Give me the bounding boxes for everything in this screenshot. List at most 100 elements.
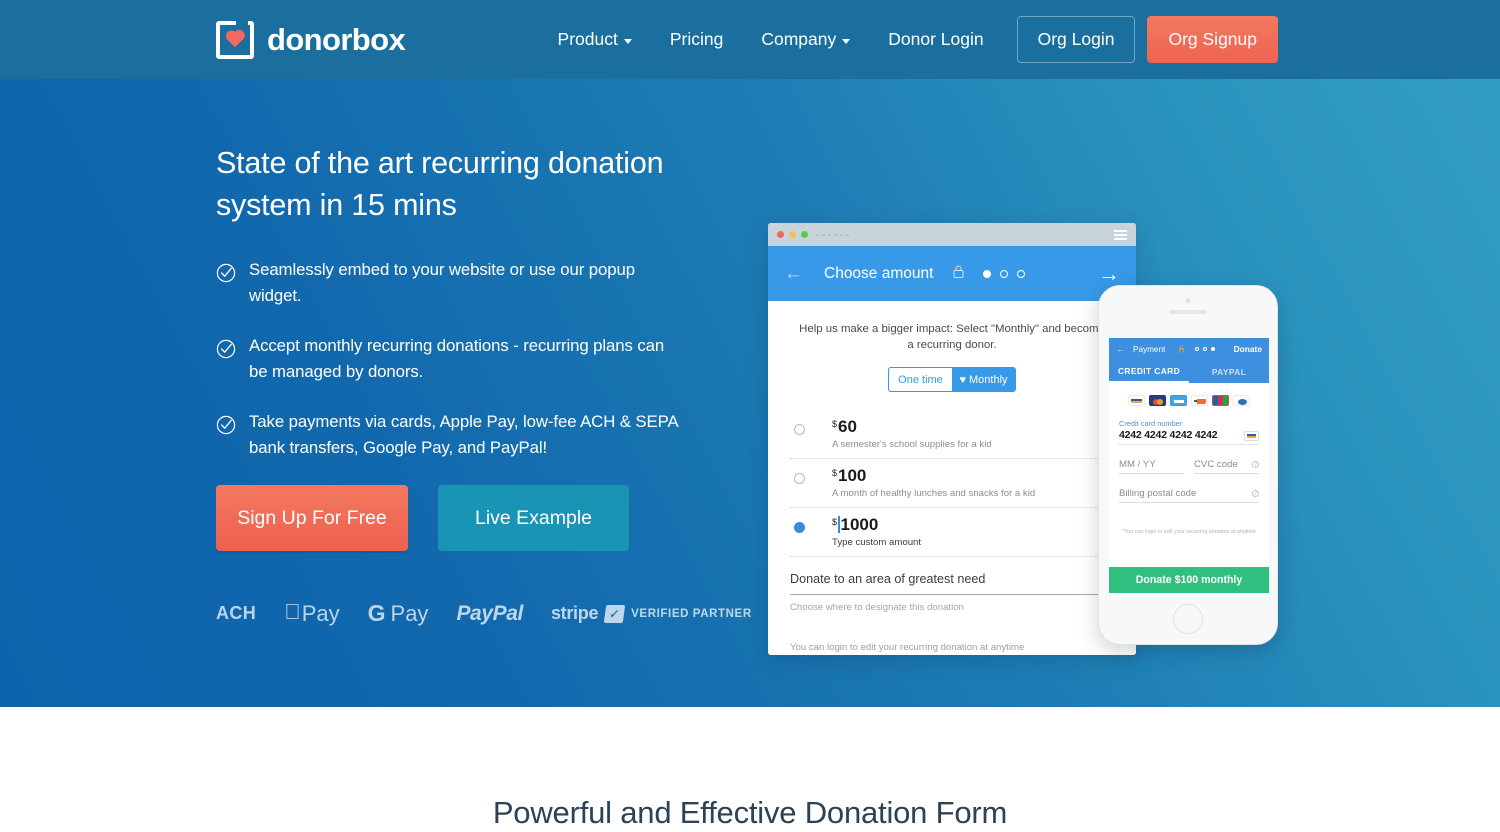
designation-help-text: Choose where to designate this donation bbox=[790, 602, 964, 613]
window-controls bbox=[777, 231, 808, 238]
nav-item-company-label: Company bbox=[761, 29, 837, 49]
login-edit-note: You can login to edit your recurring don… bbox=[790, 642, 1025, 653]
impact-message: Help us make a bigger impact: Select "Mo… bbox=[799, 323, 1105, 351]
radio-button-icon[interactable] bbox=[794, 424, 805, 435]
help-icon[interactable]: ? bbox=[1252, 490, 1259, 497]
step-dot bbox=[1000, 269, 1009, 278]
radio-button-icon[interactable] bbox=[794, 473, 805, 484]
amount-number: 60 bbox=[838, 417, 857, 436]
expiry-field[interactable]: MM / YY bbox=[1119, 459, 1184, 474]
nav-item-pricing[interactable]: Pricing bbox=[651, 29, 743, 50]
amount-option-row[interactable]: $ 100 A month of healthy lunches and sna… bbox=[790, 459, 1114, 508]
frequency-one-time-option[interactable]: One time bbox=[889, 368, 952, 391]
phone-screen: ← Payment 🔒 Donate CREDIT CARD PAYPAL Cr… bbox=[1109, 338, 1269, 593]
donation-form-body: Help us make a bigger impact: Select "Mo… bbox=[768, 301, 1136, 655]
visa-card-icon bbox=[1128, 395, 1145, 406]
chevron-down-icon bbox=[842, 39, 851, 44]
back-arrow-icon[interactable]: ← bbox=[1116, 344, 1125, 354]
designation-dropdown[interactable]: Donate to an area of greatest need ⌄ bbox=[790, 571, 1114, 595]
feature-item-text: Accept monthly recurring donations - rec… bbox=[249, 336, 665, 381]
frequency-monthly-option[interactable]: ♥ Monthly bbox=[952, 368, 1015, 391]
billing-postal-code-field[interactable]: Billing postal code ? bbox=[1119, 488, 1259, 503]
radio-button-selected-icon[interactable] bbox=[794, 522, 805, 533]
chevron-down-icon bbox=[623, 39, 632, 44]
landing-page: donorbox Product Pricing Company Donor L… bbox=[0, 0, 1500, 832]
phone-form-body: Credit card number 4242 4242 4242 4242 M… bbox=[1109, 383, 1269, 535]
custom-amount-input[interactable]: $ 1000 bbox=[832, 515, 921, 535]
stripe-label: stripe bbox=[534, 603, 599, 623]
frequency-monthly-label: Monthly bbox=[969, 373, 1008, 386]
currency-symbol: $ bbox=[832, 468, 838, 478]
amount-option-info: $ 60 A semester's school supplies for a … bbox=[832, 417, 992, 450]
amount-description: A semester's school supplies for a kid bbox=[832, 439, 992, 450]
nav-item-product[interactable]: Product bbox=[539, 29, 651, 50]
lock-icon bbox=[953, 265, 964, 283]
amount-option-row[interactable]: $ 60 A semester's school supplies for a … bbox=[790, 410, 1114, 459]
phone-donate-step-label: Donate bbox=[1233, 344, 1262, 354]
logo-text: donorbox bbox=[267, 22, 406, 57]
step-dot bbox=[1203, 347, 1208, 351]
hero-cta-row: Sign Up For Free Live Example bbox=[216, 485, 686, 551]
browser-mockup: ← Choose amount → Help us make a bigger … bbox=[768, 223, 1136, 655]
cvc-field[interactable]: CVC code ? bbox=[1194, 459, 1259, 474]
nav-item-company[interactable]: Company bbox=[742, 29, 869, 50]
diners-club-card-icon bbox=[1233, 395, 1250, 406]
google-g-icon: G bbox=[351, 600, 386, 626]
chrome-decoration bbox=[816, 233, 849, 236]
phone-donate-button[interactable]: Donate $100 monthly bbox=[1109, 567, 1269, 593]
apple-pay-logo:  Pay bbox=[284, 599, 339, 627]
amount-option-info: $ 100 A month of healthy lunches and sna… bbox=[832, 466, 1035, 499]
amount-number: 100 bbox=[838, 466, 867, 485]
phone-step-title: Payment bbox=[1133, 344, 1166, 354]
paypal-logo: PayPal bbox=[439, 601, 523, 625]
amex-card-icon bbox=[1170, 395, 1187, 406]
donorbox-logo[interactable]: donorbox bbox=[216, 18, 406, 59]
amount-option-row-custom[interactable]: $ 1000 Type custom amount bbox=[790, 508, 1114, 557]
step-dot-active bbox=[983, 269, 992, 278]
help-icon[interactable]: ? bbox=[1252, 461, 1259, 468]
expiry-cvc-row: MM / YY CVC code ? bbox=[1119, 459, 1259, 474]
google-pay-logo: G Pay bbox=[368, 600, 429, 627]
hero-headline: State of the art recurring donation syst… bbox=[216, 146, 664, 222]
tab-paypal[interactable]: PAYPAL bbox=[1189, 360, 1269, 383]
amount-value: $ 100 bbox=[832, 466, 1035, 486]
card-brand-icon bbox=[1244, 431, 1259, 441]
payment-method-tabs: CREDIT CARD PAYPAL bbox=[1109, 360, 1269, 383]
sign-up-for-free-button[interactable]: Sign Up For Free bbox=[216, 485, 408, 551]
designation-selected-value: Donate to an area of greatest need bbox=[790, 572, 986, 586]
org-signup-button[interactable]: Org Signup bbox=[1147, 16, 1278, 63]
amount-number: 1000 bbox=[840, 515, 879, 534]
expiry-placeholder: MM / YY bbox=[1119, 459, 1156, 470]
donorbox-heart-logo-icon bbox=[216, 18, 254, 59]
donation-form-header: ← Choose amount → bbox=[768, 246, 1136, 301]
top-navigation-bar: donorbox Product Pricing Company Donor L… bbox=[0, 0, 1500, 79]
org-login-button[interactable]: Org Login bbox=[1016, 16, 1136, 63]
feature-item: Take payments via cards, Apple Pay, low-… bbox=[216, 409, 686, 460]
accepted-cards-row bbox=[1119, 395, 1259, 406]
minimize-window-icon bbox=[789, 231, 796, 238]
nav-item-donor-login[interactable]: Donor Login bbox=[869, 29, 1002, 50]
amount-description: A month of healthy lunches and snacks fo… bbox=[832, 488, 1036, 499]
live-example-button[interactable]: Live Example bbox=[438, 485, 629, 551]
hero-content: State of the art recurring donation syst… bbox=[216, 142, 751, 627]
features-section: Powerful and Effective Donation Form bbox=[0, 707, 1500, 832]
discover-card-icon bbox=[1191, 395, 1208, 406]
phone-form-header: ← Payment 🔒 Donate bbox=[1109, 338, 1269, 360]
step-indicator bbox=[983, 269, 1026, 278]
tab-credit-card[interactable]: CREDIT CARD bbox=[1109, 360, 1189, 383]
feature-item-text: Take payments via cards, Apple Pay, low-… bbox=[249, 412, 678, 457]
cvc-placeholder: CVC code bbox=[1194, 459, 1238, 470]
back-arrow-icon[interactable]: ← bbox=[784, 263, 803, 285]
credit-card-number-field[interactable]: Credit card number 4242 4242 4242 4242 bbox=[1119, 419, 1259, 445]
text-cursor bbox=[838, 516, 840, 533]
credit-card-number-label: Credit card number bbox=[1119, 419, 1183, 428]
maximize-window-icon bbox=[801, 231, 808, 238]
hamburger-menu-icon bbox=[1114, 229, 1127, 240]
postal-row: Billing postal code ? bbox=[1119, 488, 1259, 503]
stripe-check-badge-icon: ✓ bbox=[603, 604, 626, 623]
phone-camera-icon bbox=[1185, 298, 1191, 303]
next-arrow-icon[interactable]: → bbox=[1098, 261, 1120, 287]
nav-item-donor-login-label: Donor Login bbox=[888, 29, 984, 49]
step-dot bbox=[1017, 269, 1026, 278]
frequency-toggle: One time ♥ Monthly bbox=[888, 367, 1016, 392]
